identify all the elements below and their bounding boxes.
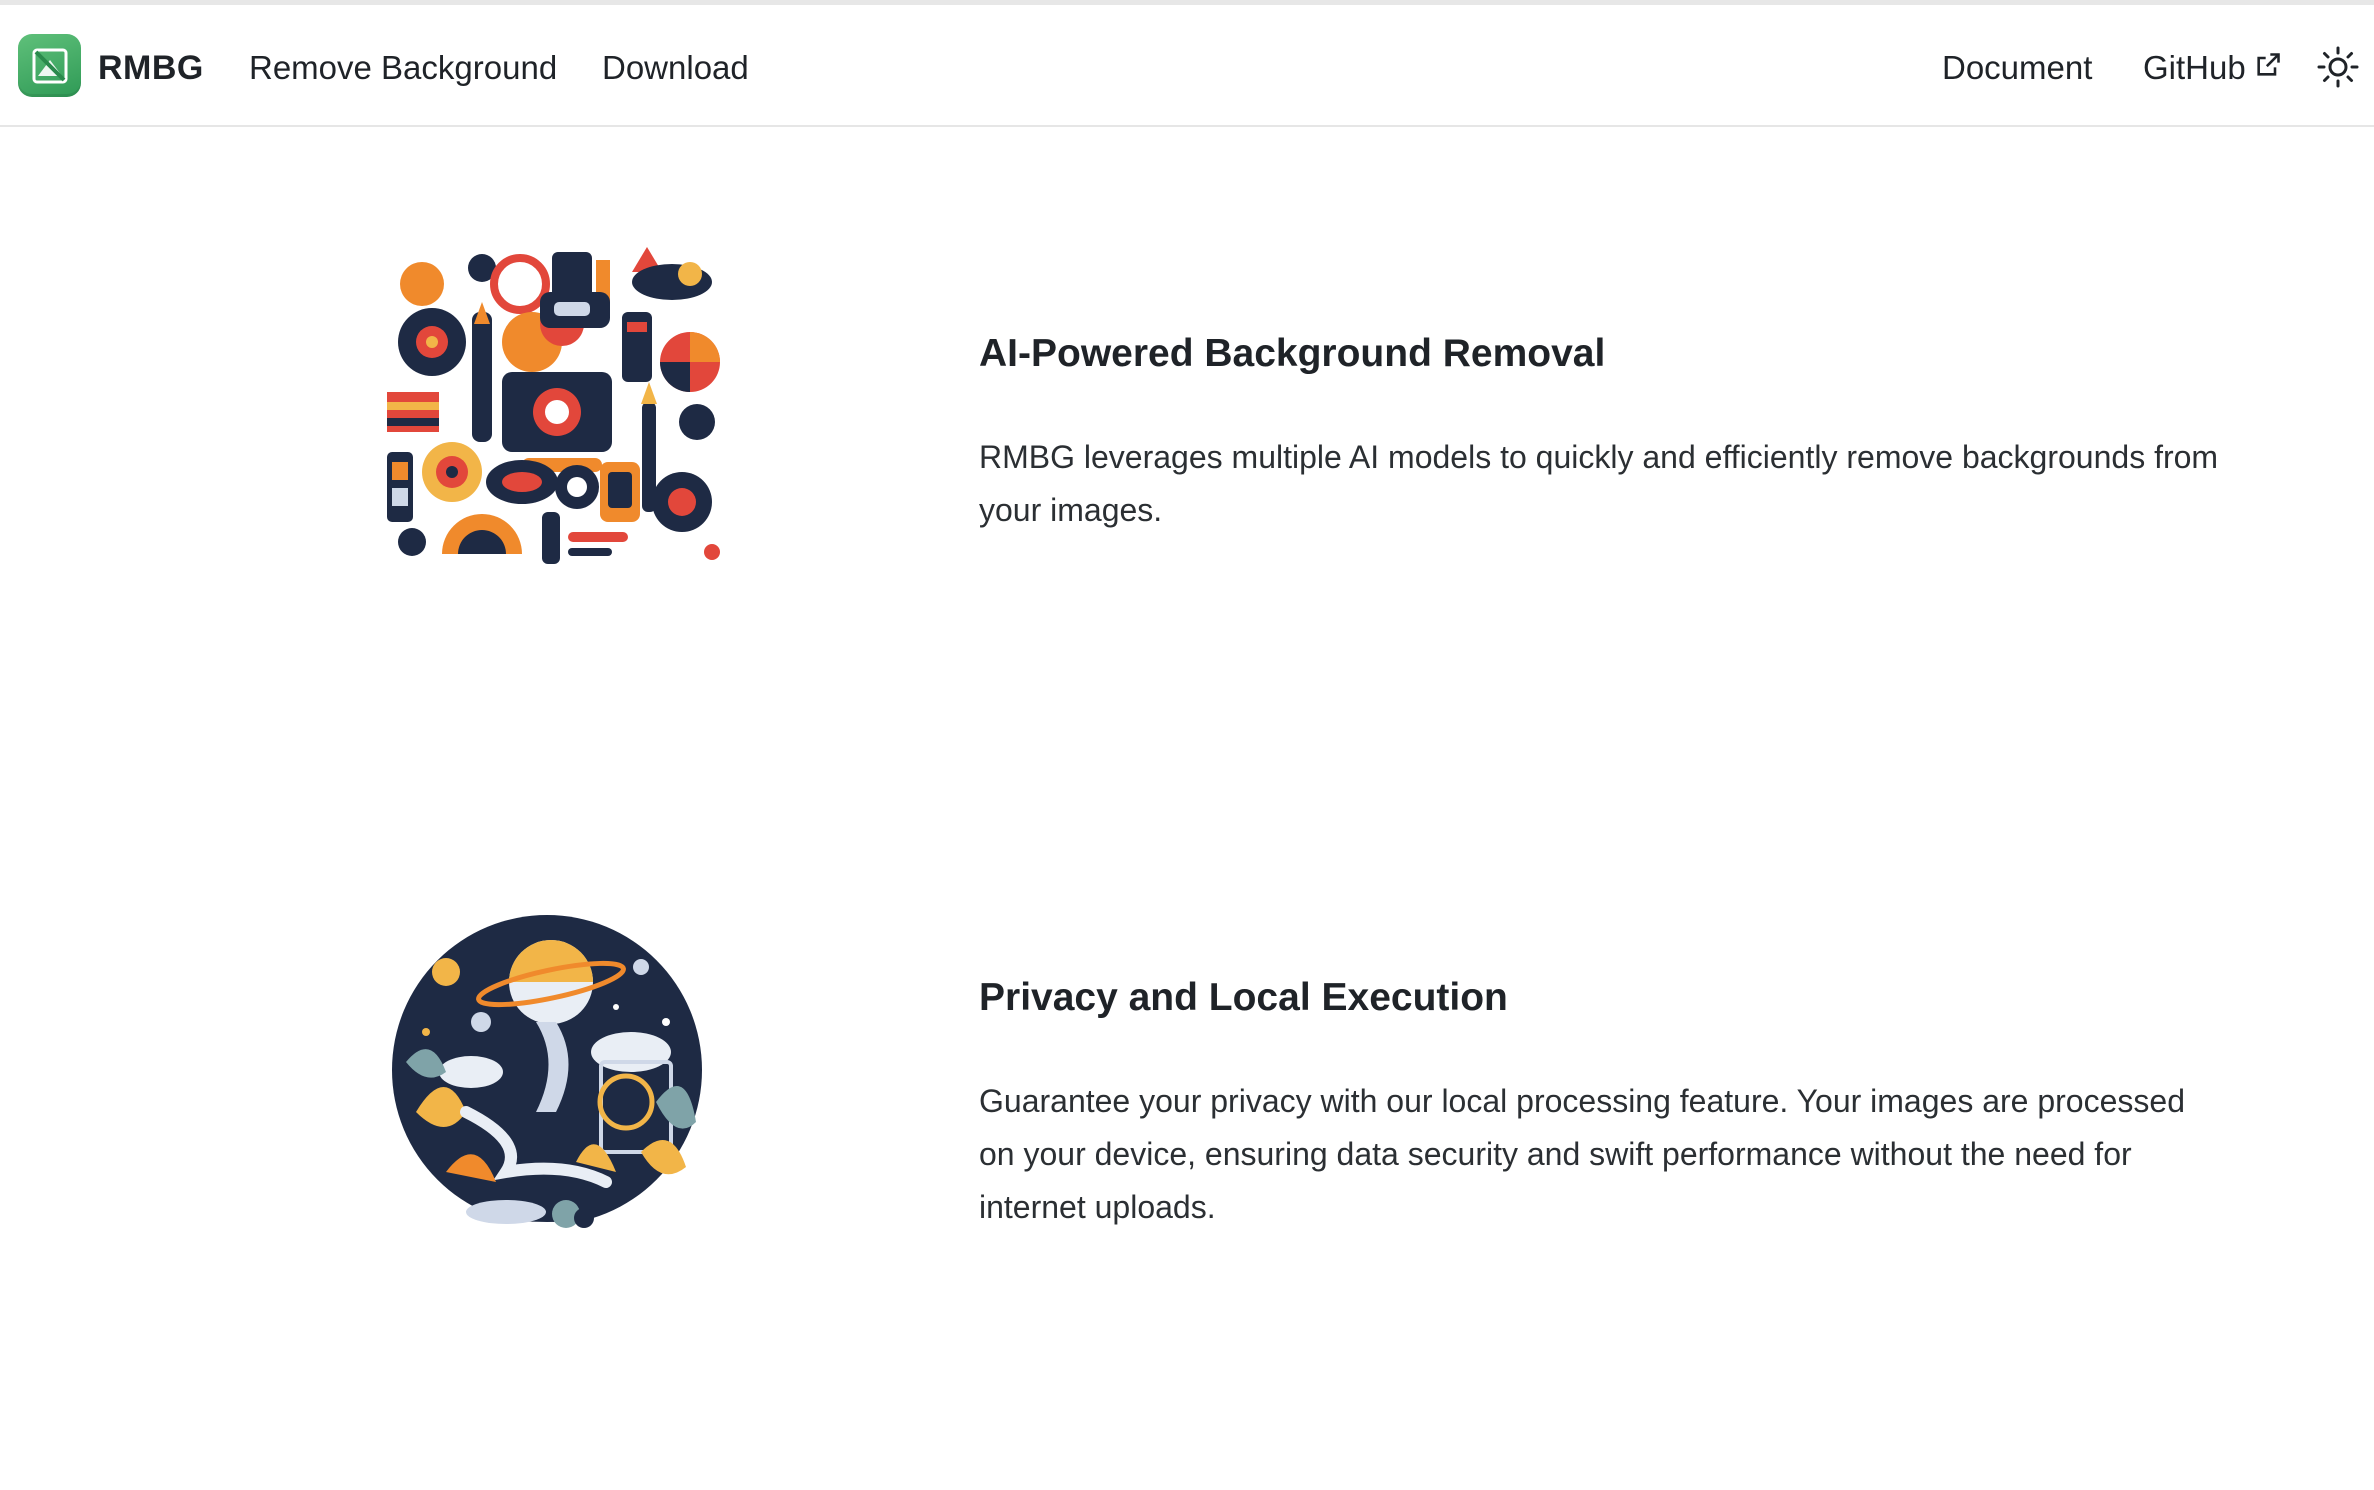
nav-document[interactable]: Document: [1942, 49, 2092, 87]
nav-github-label: GitHub: [2143, 49, 2246, 86]
nav-remove-background[interactable]: Remove Background: [249, 49, 557, 87]
feature-description: RMBG leverages multiple AI models to qui…: [979, 439, 2219, 528]
rmbg-logo-icon[interactable]: [18, 34, 81, 97]
sun-icon: [2317, 46, 2359, 88]
feature-title: AI-Powered Background Removal: [979, 332, 1606, 375]
nav-download[interactable]: Download: [602, 49, 749, 87]
feature-title: Privacy and Local Execution: [979, 976, 1508, 1019]
brand-name[interactable]: RMBG: [98, 49, 204, 88]
feature-description: Guarantee your privacy with our local pr…: [979, 1083, 2185, 1225]
abstract-creative-tools-illustration: [372, 232, 728, 574]
top-navbar: RMBG Remove Background Download Document…: [0, 5, 2374, 127]
nav-github[interactable]: GitHub: [2143, 49, 2282, 87]
night-garden-planet-illustration: [386, 912, 708, 1232]
external-link-icon: [2257, 53, 2280, 76]
theme-toggle-button[interactable]: [2316, 45, 2360, 89]
